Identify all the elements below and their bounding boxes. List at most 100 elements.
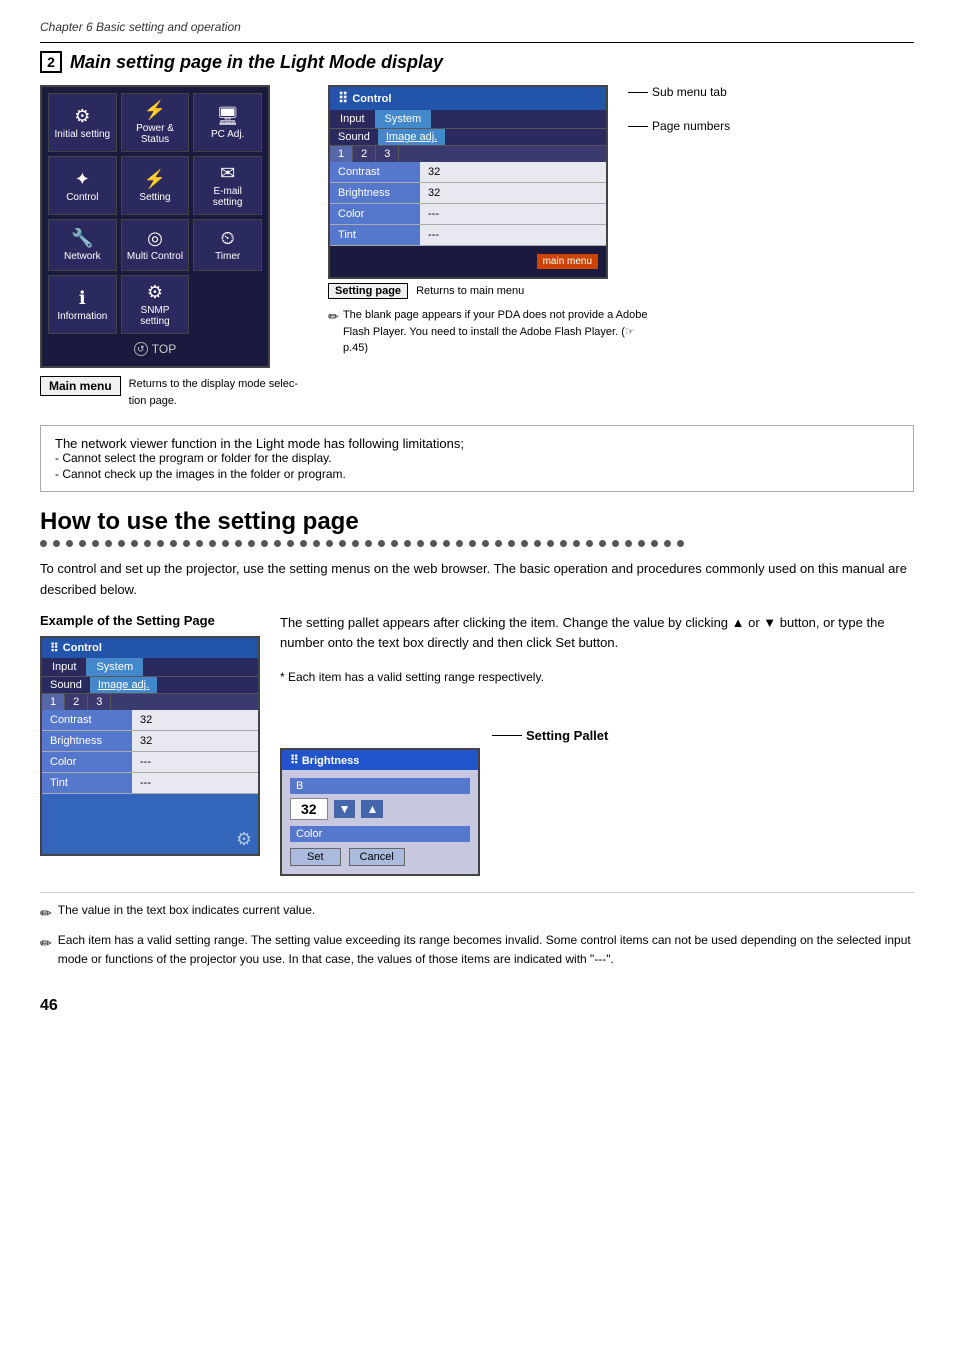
setting-icon: ⚡ <box>144 169 166 190</box>
dot <box>196 540 203 547</box>
dot <box>53 540 60 547</box>
menu-item-email[interactable]: ✉ E-mail setting <box>193 156 262 215</box>
example-right: The setting pallet appears after clickin… <box>280 613 914 877</box>
menu-item-label: Multi Control <box>127 251 183 262</box>
menu-item-network[interactable]: 🔧 Network <box>48 219 117 271</box>
footnote-1-text: The value in the text box indicates curr… <box>58 901 315 924</box>
pallet-value-row: 32 ▼ ▲ <box>290 798 470 820</box>
page-tab-2[interactable]: 2 <box>353 146 376 162</box>
blank-page-note: The blank page appears if your PDA does … <box>343 307 648 357</box>
menu-item-label: Power & Status <box>126 123 185 145</box>
example-subtab-sound[interactable]: Sound <box>42 677 90 693</box>
set-button[interactable]: Set <box>290 848 341 866</box>
control-panel: ⠿ Control Input System Sound Image adj. … <box>328 85 608 279</box>
example-tab-system[interactable]: System <box>86 658 143 676</box>
page-tab-3[interactable]: 3 <box>376 146 399 162</box>
cancel-button[interactable]: Cancel <box>349 848 405 866</box>
menu-item-pcadj[interactable]: 🖥 PC Adj. <box>193 93 262 152</box>
example-color-value: --- <box>132 752 258 772</box>
dot <box>105 540 112 547</box>
example-header: ⠿ Control <box>42 638 258 658</box>
menu-item-setting[interactable]: ⚡ Setting <box>121 156 190 215</box>
brightness-label: Brightness <box>330 183 420 203</box>
example-row-color: Color --- <box>42 752 258 773</box>
menu-item-snmp[interactable]: ⚙ SNMP setting <box>121 275 190 334</box>
subtab-sound[interactable]: Sound <box>330 129 378 145</box>
footnote-2-text: Each item has a valid setting range. The… <box>58 931 914 969</box>
main-menu-button[interactable]: main menu <box>537 254 598 269</box>
example-color-label: Color <box>42 752 132 772</box>
dot <box>365 540 372 547</box>
dot <box>391 540 398 547</box>
footnote-icon-1: ✏ <box>40 902 52 924</box>
pallet-down-button[interactable]: ▼ <box>334 800 356 818</box>
example-page-tab-2[interactable]: 2 <box>65 694 88 710</box>
row-tint: Tint --- <box>330 225 606 246</box>
example-subtab-imageadj[interactable]: Image adj. <box>90 677 157 693</box>
menu-item-control[interactable]: ✦ Control <box>48 156 117 215</box>
example-row-contrast: Contrast 32 <box>42 710 258 731</box>
tab-input[interactable]: Input <box>330 110 374 128</box>
tint-value: --- <box>420 225 606 245</box>
dot <box>651 540 658 547</box>
page-tabs: 1 2 3 <box>330 145 606 162</box>
dot <box>157 540 164 547</box>
section-header: 2 Main setting page in the Light Mode di… <box>40 51 914 73</box>
section-number: 2 <box>40 51 62 73</box>
menu-item-empty <box>193 275 262 334</box>
control-icon: ✦ <box>75 169 90 190</box>
top-button[interactable]: ↺ TOP <box>134 342 176 356</box>
callout-box: The network viewer function in the Light… <box>40 425 914 492</box>
footnote-1: ✏ The value in the text box indicates cu… <box>40 901 914 924</box>
example-page-tabs: 1 2 3 <box>42 693 258 710</box>
menu-item-info[interactable]: ℹ Information <box>48 275 117 334</box>
subtab-imageadj[interactable]: Image adj. <box>378 129 445 145</box>
dot <box>183 540 190 547</box>
example-label: Example of the Setting Page <box>40 613 260 628</box>
menu-item-multi[interactable]: ◎ Multi Control <box>121 219 190 271</box>
sub-menu-tab-label: Sub menu tab <box>628 85 730 99</box>
bottom-rule <box>40 892 914 893</box>
multi-control-icon: ◎ <box>147 228 163 249</box>
menu-item-initial[interactable]: ⚙ Initial setting <box>48 93 117 152</box>
initial-setting-icon: ⚙ <box>74 106 90 127</box>
top-button-row: ↺ TOP <box>48 338 262 360</box>
tab-system[interactable]: System <box>375 110 432 128</box>
page-number: 46 <box>40 997 58 1015</box>
menu-item-label: Timer <box>215 251 240 262</box>
example-row-brightness[interactable]: Brightness 32 <box>42 731 258 752</box>
main-diagram: ⚙ Initial setting ⚡ Power & Status 🖥 PC … <box>40 85 914 409</box>
row-color: Color --- <box>330 204 606 225</box>
bottom-decorative: ⚙ <box>42 794 258 854</box>
grid-icon: ⠿ <box>338 90 348 107</box>
pallet-value: 32 <box>290 798 328 820</box>
example-page-tab-3[interactable]: 3 <box>88 694 111 710</box>
dot <box>248 540 255 547</box>
main-menu-grid: ⚙ Initial setting ⚡ Power & Status 🖥 PC … <box>40 85 270 368</box>
dot <box>638 540 645 547</box>
menu-item-timer[interactable]: ⏲ Timer <box>193 219 262 271</box>
right-panel: ⠿ Control Input System Sound Image adj. … <box>328 85 730 409</box>
dot <box>599 540 606 547</box>
dot <box>274 540 281 547</box>
menu-item-label: Control <box>66 192 98 203</box>
dot <box>326 540 333 547</box>
example-page-tab-1[interactable]: 1 <box>42 694 65 710</box>
example-tabs: Input System <box>42 658 258 676</box>
dot <box>534 540 541 547</box>
callout-title: The network viewer function in the Light… <box>55 436 899 451</box>
example-control-panel: ⠿ Control Input System Sound Image adj. … <box>40 636 260 856</box>
dot <box>586 540 593 547</box>
menu-item-power[interactable]: ⚡ Power & Status <box>121 93 190 152</box>
menu-item-label: E-mail setting <box>198 186 257 208</box>
example-rows: Contrast 32 Brightness 32 Color --- Tint… <box>42 710 258 794</box>
pallet-action-row: Set Cancel <box>290 848 470 866</box>
dots-divider <box>40 540 914 547</box>
menu-item-label: SNMP setting <box>126 305 185 327</box>
example-tab-input[interactable]: Input <box>42 658 86 676</box>
page-tab-1[interactable]: 1 <box>330 146 353 162</box>
setting-pallet-header: ⠿ Brightness <box>282 750 478 770</box>
dot <box>131 540 138 547</box>
pallet-up-button[interactable]: ▲ <box>361 800 383 818</box>
grid-icon-mini: ⠿ <box>50 641 59 655</box>
